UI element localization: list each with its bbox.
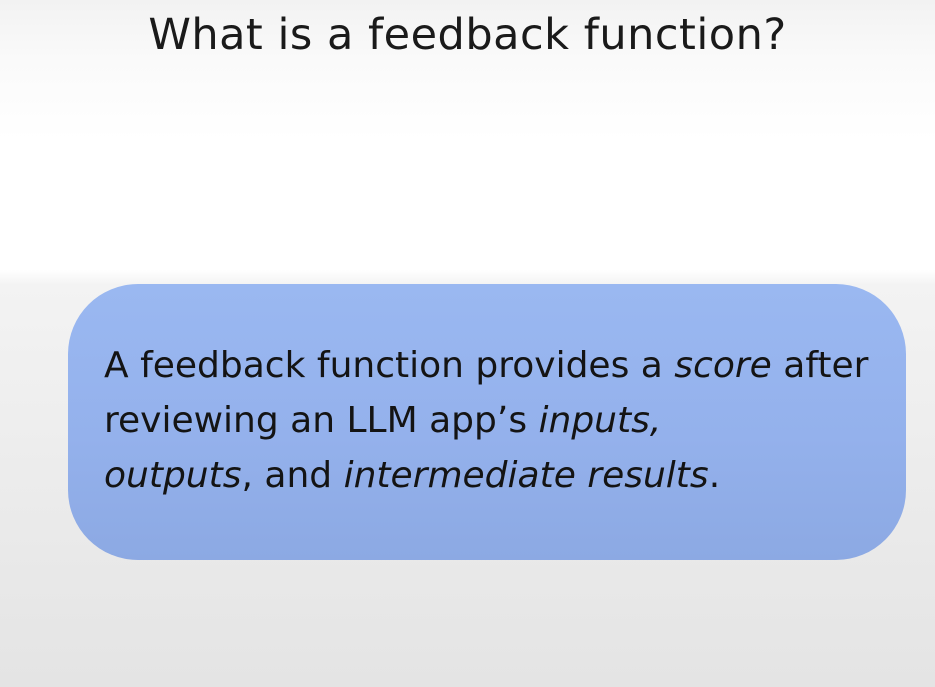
definition-text: A feedback function provides a score aft…	[104, 338, 894, 503]
term-inputs: inputs,	[538, 400, 662, 441]
text-segment: , and	[241, 455, 344, 496]
term-outputs: outputs	[104, 455, 242, 496]
term-intermediate-results: intermediate results	[343, 455, 709, 496]
text-segment: A feedback function provides a	[104, 345, 675, 386]
slide-title: What is a feedback function?	[148, 10, 787, 60]
definition-callout: A feedback function provides a score aft…	[68, 284, 906, 560]
term-score: score	[674, 345, 772, 386]
text-segment: .	[708, 455, 721, 496]
